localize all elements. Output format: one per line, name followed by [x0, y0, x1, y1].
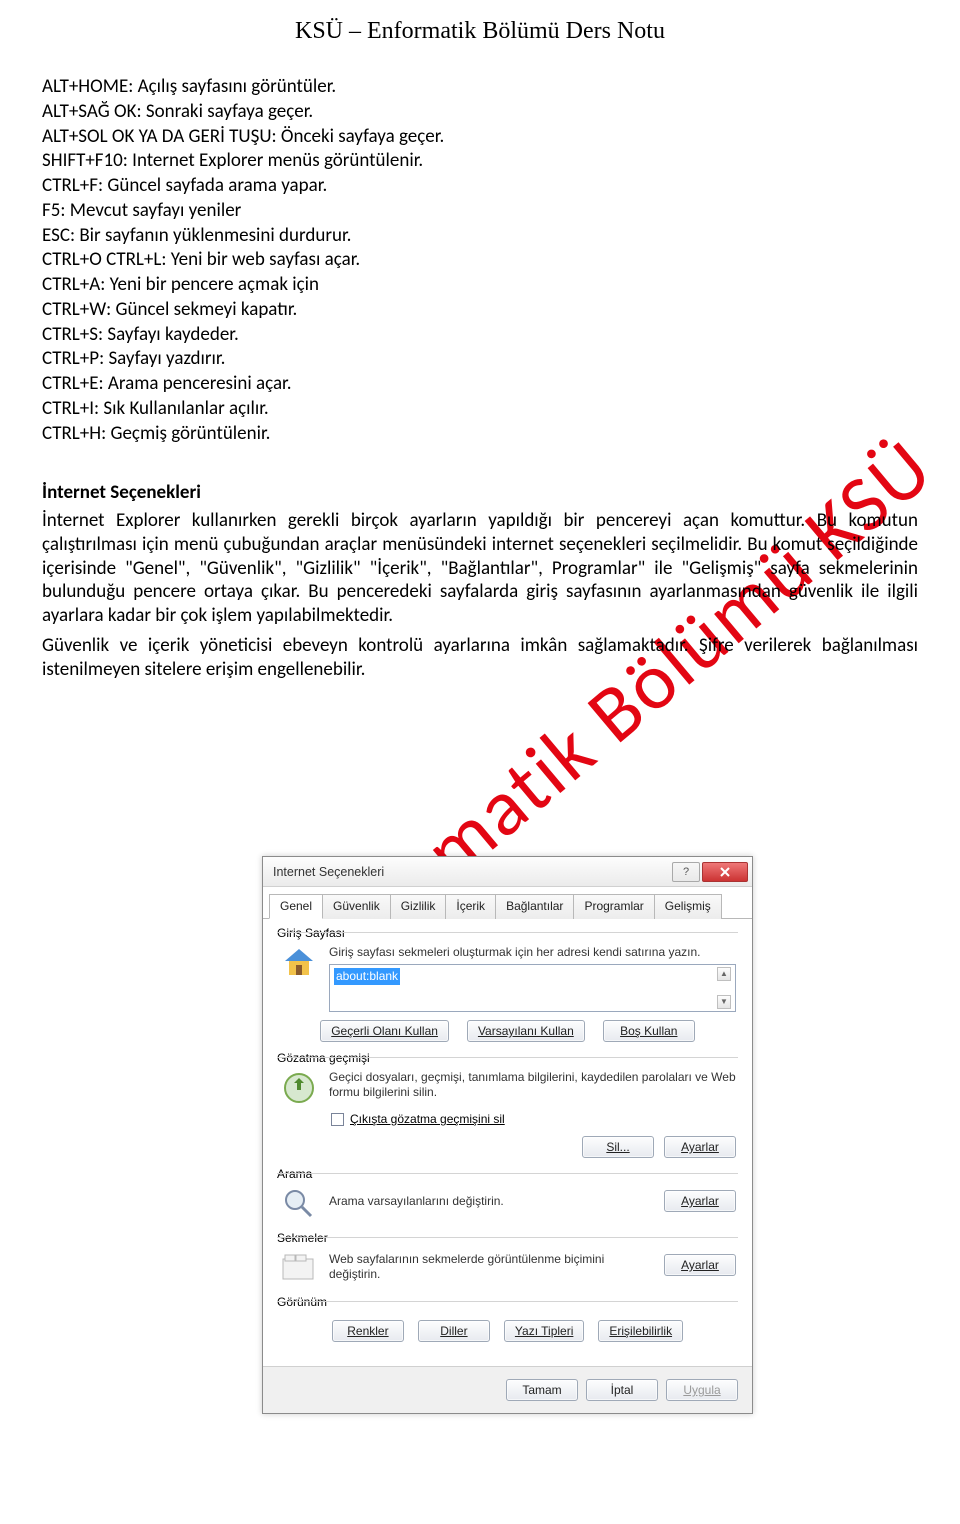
- homepage-textarea[interactable]: about:blank ▲ ▼: [329, 964, 736, 1012]
- languages-button[interactable]: Diller: [418, 1320, 490, 1342]
- tab-general[interactable]: Genel: [269, 894, 323, 919]
- use-default-button[interactable]: Varsayılanı Kullan: [467, 1020, 585, 1042]
- tab-advanced[interactable]: Gelişmiş: [654, 894, 722, 919]
- internet-options-dialog: Internet Seçenekleri ? Genel Güvenlik Gi…: [262, 856, 753, 1414]
- tab-strip: Genel Güvenlik Gizlilik İçerik Bağlantıl…: [263, 887, 752, 919]
- search-desc: Arama varsayılanlarını değiştirin.: [329, 1184, 654, 1209]
- colors-button[interactable]: Renkler: [332, 1320, 404, 1342]
- dialog-title: Internet Seçenekleri: [273, 865, 672, 879]
- dialog-button-bar: Tamam İptal Uygula: [263, 1366, 752, 1413]
- shortcut-line: ALT+SAĞ OK: Sonraki sayfaya geçer.: [42, 100, 918, 124]
- scroll-down-icon[interactable]: ▼: [717, 995, 731, 1009]
- document-body: ALT+HOME: Açılış sayfasını görüntüler. A…: [0, 55, 960, 681]
- shortcut-line: CTRL+F: Güncel sayfada arama yapar.: [42, 174, 918, 198]
- shortcut-line: CTRL+A: Yeni bir pencere açmak için: [42, 273, 918, 297]
- shortcut-line: CTRL+I: Sık Kullanılanlar açılır.: [42, 397, 918, 421]
- panel-general: Giriş Sayfası Giriş sayfası sekmeleri ol…: [263, 919, 752, 1366]
- paragraph: Güvenlik ve içerik yöneticisi ebeveyn ko…: [42, 634, 918, 682]
- cancel-button[interactable]: İptal: [586, 1379, 658, 1401]
- close-icon: [720, 867, 730, 877]
- tabs-icon: [279, 1248, 319, 1288]
- close-button[interactable]: [702, 862, 748, 882]
- home-icon: [279, 943, 319, 983]
- tab-content[interactable]: İçerik: [445, 894, 496, 919]
- use-current-button[interactable]: Geçerli Olanı Kullan: [320, 1020, 449, 1042]
- apply-button[interactable]: Uygula: [666, 1379, 738, 1401]
- help-button[interactable]: ?: [672, 862, 700, 882]
- tab-programs[interactable]: Programlar: [573, 894, 654, 919]
- shortcut-line: CTRL+P: Sayfayı yazdırır.: [42, 347, 918, 371]
- tab-privacy[interactable]: Gizlilik: [390, 894, 447, 919]
- shortcut-line: F5: Mevcut sayfayı yeniler: [42, 199, 918, 223]
- dialog-titlebar: Internet Seçenekleri ?: [263, 857, 752, 887]
- fonts-button[interactable]: Yazı Tipleri: [504, 1320, 584, 1342]
- shortcut-line: CTRL+E: Arama penceresini açar.: [42, 372, 918, 396]
- shortcut-line: CTRL+H: Geçmiş görüntülenir.: [42, 422, 918, 446]
- shortcut-line: CTRL+S: Sayfayı kaydeder.: [42, 323, 918, 347]
- homepage-desc: Giriş sayfası sekmeleri oluşturmak için …: [329, 945, 700, 959]
- shortcut-line: CTRL+O CTRL+L: Yeni bir web sayfası açar…: [42, 248, 918, 272]
- accessibility-button[interactable]: Erişilebilirlik: [598, 1320, 683, 1342]
- shortcut-line: ALT+SOL OK YA DA GERİ TUŞU: Önceki sayfa…: [42, 125, 918, 149]
- tab-connections[interactable]: Bağlantılar: [495, 894, 574, 919]
- shortcut-line: ESC: Bir sayfanın yüklenmesini durdurur.: [42, 224, 918, 248]
- shortcut-line: CTRL+W: Güncel sekmeyi kapatır.: [42, 298, 918, 322]
- delete-on-exit-label: Çıkışta gözatma geçmişini sil: [350, 1112, 505, 1126]
- history-desc: Geçici dosyaları, geçmişi, tanımlama bil…: [329, 1068, 736, 1100]
- delete-button[interactable]: Sil...: [582, 1136, 654, 1158]
- delete-on-exit-checkbox[interactable]: [331, 1113, 344, 1126]
- search-icon: [279, 1184, 319, 1224]
- shortcut-line: ALT+HOME: Açılış sayfasını görüntüler.: [42, 75, 918, 99]
- homepage-value: about:blank: [334, 968, 400, 985]
- tabs-settings-button[interactable]: Ayarlar: [664, 1254, 736, 1276]
- use-blank-button[interactable]: Boş Kullan: [603, 1020, 695, 1042]
- paragraph: İnternet Explorer kullanırken gerekli bi…: [42, 509, 918, 628]
- search-settings-button[interactable]: Ayarlar: [664, 1190, 736, 1212]
- shortcut-line: SHIFT+F10: Internet Explorer menüs görün…: [42, 149, 918, 173]
- scroll-up-icon[interactable]: ▲: [717, 967, 731, 981]
- history-settings-button[interactable]: Ayarlar: [664, 1136, 736, 1158]
- history-icon: [279, 1068, 319, 1108]
- tabs-desc: Web sayfalarının sekmelerde görüntülenme…: [329, 1248, 654, 1282]
- section-title: İnternet Seçenekleri: [42, 481, 918, 505]
- tab-security[interactable]: Güvenlik: [322, 894, 391, 919]
- ok-button[interactable]: Tamam: [506, 1379, 578, 1401]
- page-header: KSÜ – Enformatik Bölümü Ders Notu: [0, 0, 960, 55]
